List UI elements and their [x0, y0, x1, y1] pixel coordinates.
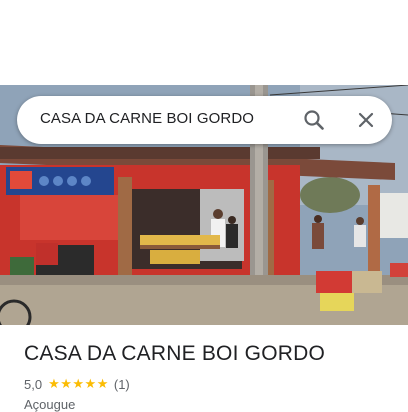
rating-value: 5,0	[24, 376, 43, 392]
place-category: Açougue	[24, 397, 76, 412]
review-count[interactable]: (1)	[114, 377, 130, 392]
close-icon[interactable]	[352, 106, 380, 134]
place-title: CASA DA CARNE BOI GORDO	[24, 342, 325, 365]
search-bar[interactable]: CASA DA CARNE BOI GORDO	[17, 96, 392, 144]
star-rating-icon: ★★★★★	[48, 376, 109, 391]
top-blank-area	[0, 0, 408, 85]
rating-row[interactable]: 5,0 ★★★★★ (1)	[24, 376, 130, 392]
search-query-text[interactable]: CASA DA CARNE BOI GORDO	[40, 110, 254, 127]
search-icon[interactable]	[300, 106, 328, 134]
